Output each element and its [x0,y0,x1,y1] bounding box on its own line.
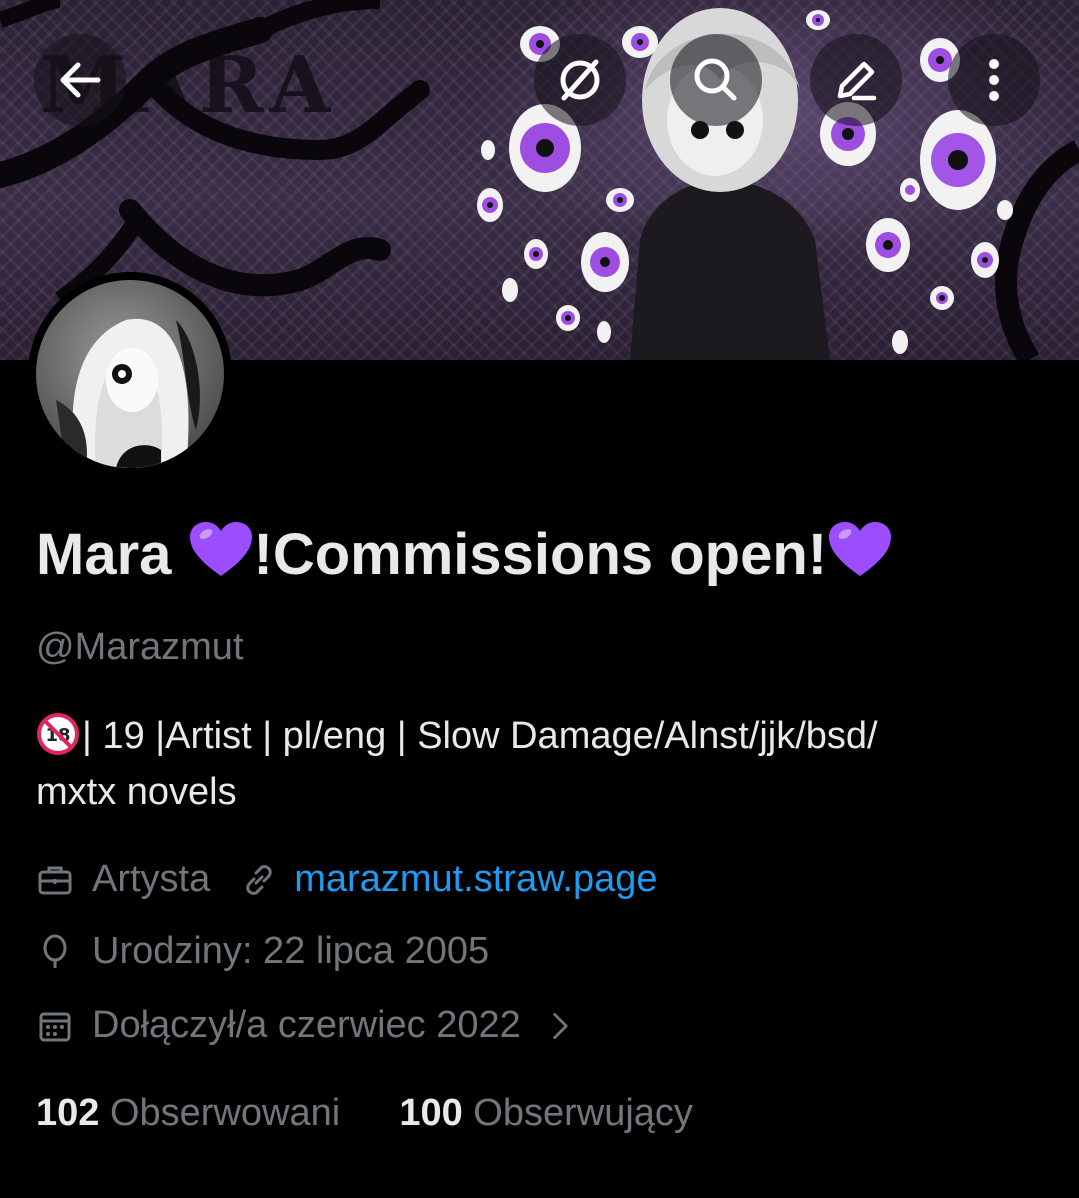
profile-avatar[interactable] [28,272,232,476]
balloon-icon [43,934,67,968]
profile-category: Artysta [92,858,211,900]
user-handle: @Marazmut [36,626,244,668]
pencil-icon [837,61,877,101]
profile-bio: 18 | 19 |Artist | pl/eng | Slow Damage/A… [36,708,1036,820]
profile-meta-birthday: Urodziny: 22 lipca 2005 [36,930,489,973]
following-stat[interactable]: 102 Obserwowani [36,1092,351,1134]
profile-website-link[interactable]: marazmut.straw.page [294,858,657,901]
display-name: Mara !Commissions open! [36,520,893,588]
search-button[interactable] [670,34,762,126]
profile-joined-date: Dołączył/a czerwiec 2022 [92,1004,521,1046]
profile-meta-joined[interactable]: Dołączył/a czerwiec 2022 [36,1004,595,1047]
bio-line-1: | 19 |Artist | pl/eng | Slow Damage/Alns… [82,715,878,757]
avatar-artwork [56,318,200,468]
chevron-right-icon [553,1012,568,1039]
purple-heart-icon [829,522,892,576]
followers-stat[interactable]: 100 Obserwujący [399,1092,693,1134]
calendar-icon [39,1012,71,1041]
profile-birthday: Urodziny: 22 lipca 2005 [92,930,490,972]
edit-button[interactable] [810,34,902,126]
bio-line-2: mxtx novels [36,771,237,813]
more-button[interactable] [948,34,1040,126]
briefcase-icon [38,866,72,894]
following-count: 102 [36,1092,100,1134]
grok-slash-icon [560,59,600,101]
purple-heart-icon [189,522,252,576]
more-vertical-icon [989,59,999,101]
display-name-text: Mara [36,522,188,587]
follow-stats: 102 Obserwowani 100 Obserwujący [36,1092,693,1135]
followers-count: 100 [399,1092,463,1134]
arrow-left-icon [60,62,101,98]
back-button[interactable] [34,34,126,126]
search-icon [694,58,737,101]
grok-button[interactable] [534,34,626,126]
display-name-commissions: !Commissions open! [253,522,828,587]
no-under-18-icon: 18 [37,713,79,755]
profile-meta-category-link: Artysta marazmut.straw.page [36,858,658,901]
link-icon [246,864,272,895]
followers-label: Obserwujący [473,1092,693,1134]
following-label: Obserwowani [109,1092,341,1134]
